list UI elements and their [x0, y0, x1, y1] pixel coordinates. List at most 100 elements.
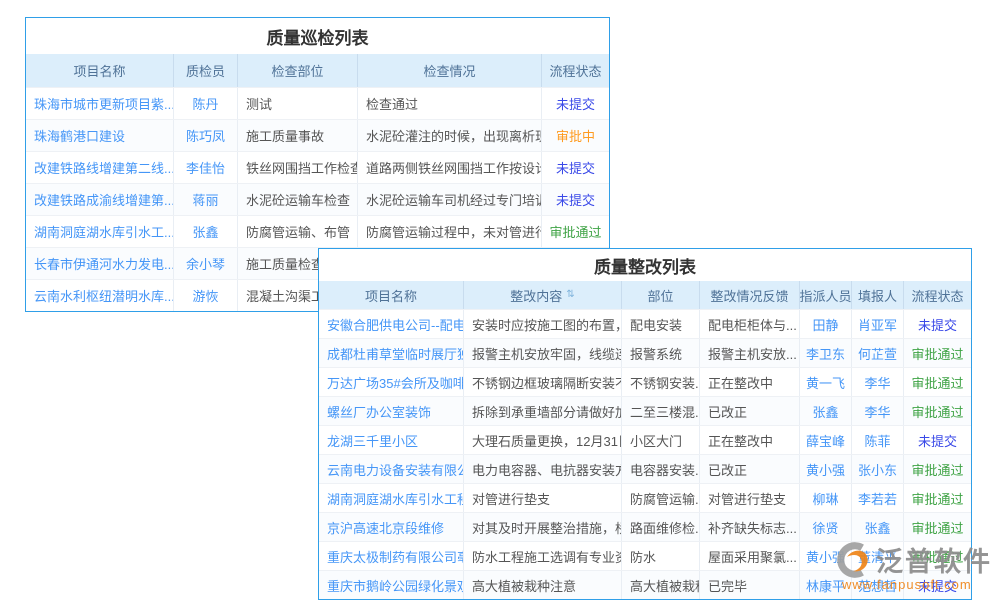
rectify-content-cell: 对其及时开展整治措施，桥头...	[464, 513, 622, 541]
project-name-link[interactable]: 螺丝厂办公室装饰	[319, 397, 464, 425]
reporter-link[interactable]: 张鑫	[852, 513, 904, 541]
column-header-feedback: 整改情况反馈	[700, 281, 800, 309]
project-name-link[interactable]: 珠海鹤港口建设	[26, 120, 174, 151]
inspection-part-cell: 测试	[238, 88, 358, 119]
part-cell: 配电安装	[622, 310, 700, 338]
column-header-rectify-content[interactable]: 整改内容 ⇅	[464, 281, 622, 309]
reporter-link[interactable]: 张小东	[852, 455, 904, 483]
column-header-inspector: 质检员	[174, 54, 238, 87]
flow-status-badge: 未提交	[542, 184, 609, 215]
table-row[interactable]: 湖南洞庭湖水库引水工程施工I标 对管进行垫支 防腐管运输... 对管进行垫支 柳…	[319, 483, 971, 512]
assignee-link[interactable]: 李卫东	[800, 339, 852, 367]
part-cell: 二至三楼混...	[622, 397, 700, 425]
fanpu-watermark: 泛普软件 www.fanpusoft.com	[836, 540, 992, 592]
inspector-link[interactable]: 陈巧凤	[174, 120, 238, 151]
reporter-link[interactable]: 何芷萱	[852, 339, 904, 367]
assignee-link[interactable]: 徐贤	[800, 513, 852, 541]
table-row[interactable]: 改建铁路线增建第二线... 李佳怡 铁丝网围挡工作检查 道路两侧铁丝网围挡工作按…	[26, 151, 609, 183]
assignee-link[interactable]: 张鑫	[800, 397, 852, 425]
flow-status-badge: 未提交	[904, 426, 971, 454]
reporter-link[interactable]: 李华	[852, 368, 904, 396]
project-name-link[interactable]: 重庆市鹅岭公园绿化景观提升...	[319, 571, 464, 599]
table-row[interactable]: 珠海鹤港口建设 陈巧凤 施工质量事故 水泥砼灌注的时候，出现离析现象 审批中	[26, 119, 609, 151]
table-row[interactable]: 京沪高速北京段维修 对其及时开展整治措施，桥头... 路面维修检... 补齐缺失…	[319, 512, 971, 541]
assignee-link[interactable]: 田静	[800, 310, 852, 338]
flow-status-badge: 审批通过	[542, 216, 609, 247]
table-row[interactable]: 湖南洞庭湖水库引水工... 张鑫 防腐管运输、布管 防腐管运输过程中，未对管进行…	[26, 215, 609, 247]
fanpu-logo-icon	[836, 541, 874, 579]
inspection-situation-cell: 水泥砼灌注的时候，出现离析现象	[358, 120, 542, 151]
feedback-cell: 补齐缺失标志...	[700, 513, 800, 541]
inspection-situation-cell: 道路两侧铁丝网围挡工作按设计...	[358, 152, 542, 183]
inspection-situation-cell: 水泥砼运输车司机经过专门培训...	[358, 184, 542, 215]
table-row[interactable]: 万达广场35#会所及咖啡厅空... 不锈钢边框玻璃隔断安装不牢... 不锈钢安装…	[319, 367, 971, 396]
reporter-link[interactable]: 陈菲	[852, 426, 904, 454]
part-cell: 防腐管运输...	[622, 484, 700, 512]
flow-status-badge: 审批通过	[904, 484, 971, 512]
column-header-flow-status: 流程状态	[542, 54, 609, 87]
part-cell: 高大植被栽种	[622, 571, 700, 599]
rectify-content-cell: 防水工程施工选调有专业资质...	[464, 542, 622, 570]
flow-status-badge: 审批通过	[904, 455, 971, 483]
flow-status-badge: 未提交	[542, 88, 609, 119]
table-row[interactable]: 珠海市城市更新项目紫... 陈丹 测试 检查通过 未提交	[26, 87, 609, 119]
part-cell: 防水	[622, 542, 700, 570]
rectification-table-title: 质量整改列表	[319, 249, 971, 281]
column-header-assignee: 指派人员	[800, 281, 852, 309]
inspector-link[interactable]: 陈丹	[174, 88, 238, 119]
project-name-link[interactable]: 改建铁路成渝线增建第...	[26, 184, 174, 215]
feedback-cell: 已改正	[700, 397, 800, 425]
assignee-link[interactable]: 黄小强	[800, 455, 852, 483]
table-row[interactable]: 安徽合肥供电公司--配电设备... 安装时应按施工图的布置，将... 配电安装 …	[319, 309, 971, 338]
flow-status-badge: 未提交	[904, 310, 971, 338]
project-name-link[interactable]: 珠海市城市更新项目紫...	[26, 88, 174, 119]
part-cell: 报警系统	[622, 339, 700, 367]
project-name-link[interactable]: 龙湖三千里小区	[319, 426, 464, 454]
project-name-link[interactable]: 改建铁路线增建第二线...	[26, 152, 174, 183]
feedback-cell: 正在整改中	[700, 368, 800, 396]
feedback-cell: 已完毕	[700, 571, 800, 599]
reporter-link[interactable]: 李若若	[852, 484, 904, 512]
rectify-content-cell: 大理石质量更换，12月31日之...	[464, 426, 622, 454]
part-cell: 路面维修检...	[622, 513, 700, 541]
feedback-cell: 屋面采用聚氯...	[700, 542, 800, 570]
table-row[interactable]: 龙湖三千里小区 大理石质量更换，12月31日之... 小区大门 正在整改中 薛宝…	[319, 425, 971, 454]
inspection-part-cell: 水泥砼运输车检查	[238, 184, 358, 215]
column-header-inspection-part: 检查部位	[238, 54, 358, 87]
project-name-link[interactable]: 成都杜甫草堂临时展厅独立展...	[319, 339, 464, 367]
rectify-content-cell: 高大植被栽种注意	[464, 571, 622, 599]
assignee-link[interactable]: 柳琳	[800, 484, 852, 512]
part-cell: 小区大门	[622, 426, 700, 454]
assignee-link[interactable]: 薛宝峰	[800, 426, 852, 454]
table-row[interactable]: 成都杜甫草堂临时展厅独立展... 报警主机安放牢固，线缆连接... 报警系统 报…	[319, 338, 971, 367]
inspector-link[interactable]: 余小琴	[174, 248, 238, 279]
reporter-link[interactable]: 肖亚军	[852, 310, 904, 338]
watermark-top: 泛普软件	[836, 540, 992, 579]
assignee-link[interactable]: 黄一飞	[800, 368, 852, 396]
project-name-link[interactable]: 长春市伊通河水力发电...	[26, 248, 174, 279]
rectify-content-label: 整改内容	[510, 286, 562, 305]
inspection-table-header: 项目名称 质检员 检查部位 检查情况 流程状态	[26, 54, 609, 87]
inspector-link[interactable]: 游恢	[174, 280, 238, 311]
column-header-inspection-situation: 检查情况	[358, 54, 542, 87]
project-name-link[interactable]: 安徽合肥供电公司--配电设备...	[319, 310, 464, 338]
sort-icon[interactable]: ⇅	[566, 290, 574, 300]
flow-status-badge: 未提交	[542, 152, 609, 183]
inspector-link[interactable]: 李佳怡	[174, 152, 238, 183]
project-name-link[interactable]: 万达广场35#会所及咖啡厅空...	[319, 368, 464, 396]
part-cell: 不锈钢安装...	[622, 368, 700, 396]
project-name-link[interactable]: 重庆太极制药有限公司亳州中...	[319, 542, 464, 570]
table-row[interactable]: 云南电力设备安装有限公司20... 电力电容器、电抗器安装方案,... 电容器安…	[319, 454, 971, 483]
project-name-link[interactable]: 湖南洞庭湖水库引水工...	[26, 216, 174, 247]
inspector-link[interactable]: 蒋丽	[174, 184, 238, 215]
project-name-link[interactable]: 云南电力设备安装有限公司20...	[319, 455, 464, 483]
project-name-link[interactable]: 湖南洞庭湖水库引水工程施工I标	[319, 484, 464, 512]
inspector-link[interactable]: 张鑫	[174, 216, 238, 247]
inspection-situation-cell: 检查通过	[358, 88, 542, 119]
reporter-link[interactable]: 李华	[852, 397, 904, 425]
flow-status-badge: 审批中	[542, 120, 609, 151]
project-name-link[interactable]: 云南水利枢纽潜明水库...	[26, 280, 174, 311]
table-row[interactable]: 螺丝厂办公室装饰 拆除到承重墙部分请做好加固... 二至三楼混... 已改正 张…	[319, 396, 971, 425]
table-row[interactable]: 改建铁路成渝线增建第... 蒋丽 水泥砼运输车检查 水泥砼运输车司机经过专门培训…	[26, 183, 609, 215]
project-name-link[interactable]: 京沪高速北京段维修	[319, 513, 464, 541]
